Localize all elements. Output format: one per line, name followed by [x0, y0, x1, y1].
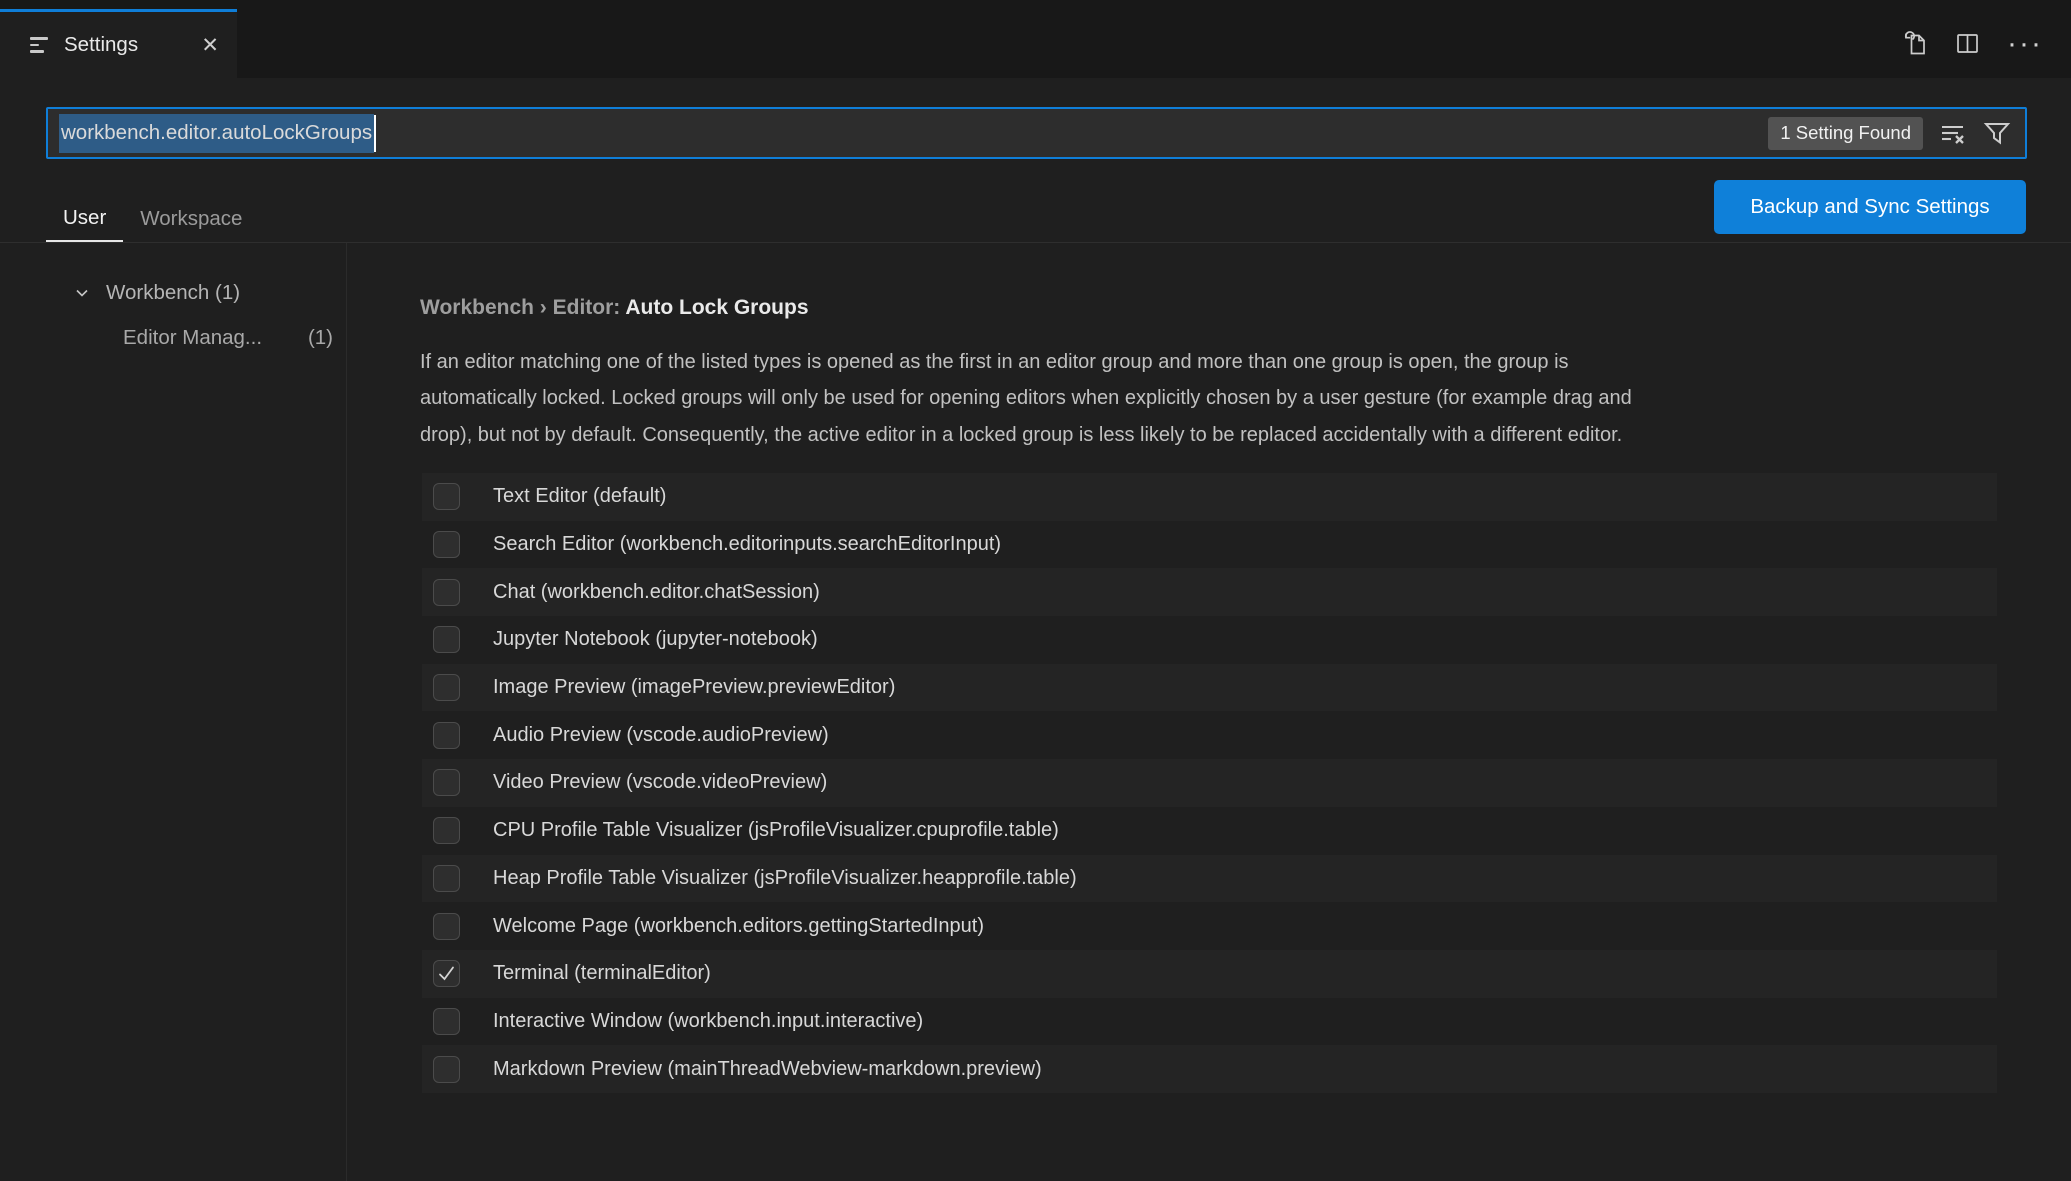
editor-type-label: Terminal (terminalEditor)	[493, 962, 711, 985]
close-tab-icon[interactable]: ✕	[201, 35, 219, 56]
editor-actions: ···	[1901, 9, 2043, 78]
editor-type-checkbox[interactable]	[433, 531, 460, 559]
tab-workspace[interactable]: Workspace	[123, 195, 259, 243]
toc-item-label: Editor Manag...	[123, 326, 263, 349]
setting-breadcrumb: Workbench › Editor:	[420, 296, 626, 319]
toc-item-workbench[interactable]: Workbench (1)	[0, 276, 346, 310]
open-settings-json-icon[interactable]	[1901, 30, 1928, 57]
editor-type-row[interactable]: Search Editor (workbench.editorinputs.se…	[422, 521, 1997, 569]
editor-type-row[interactable]: Text Editor (default)	[422, 473, 1997, 521]
editor-type-checkbox[interactable]	[433, 626, 460, 654]
editor-tab-bar: Settings ✕ ···	[0, 0, 2071, 78]
checkmark-icon	[439, 966, 454, 981]
settings-scope-tabs: User Workspace	[46, 195, 259, 243]
search-text[interactable]: workbench.editor.autoLockGroups	[59, 113, 1768, 153]
editor-type-checkbox[interactable]	[433, 1055, 460, 1083]
editor-type-checkbox[interactable]	[433, 674, 460, 702]
editor-type-label: Video Preview (vscode.videoPreview)	[493, 771, 828, 794]
editor-type-row[interactable]: Markdown Preview (mainThreadWebview-mark…	[422, 1045, 1997, 1093]
toc-item-count: (1)	[307, 326, 333, 349]
editor-type-label: Jupyter Notebook (jupyter-notebook)	[493, 628, 818, 651]
settings-search-input[interactable]: workbench.editor.autoLockGroups 1 Settin…	[46, 107, 2027, 159]
editor-type-label: Heap Profile Table Visualizer (jsProfile…	[493, 866, 1077, 889]
editor-type-row[interactable]: Image Preview (imagePreview.previewEdito…	[422, 663, 1997, 712]
editor-type-checkbox[interactable]	[433, 864, 460, 892]
tab-title: Settings	[64, 33, 139, 56]
setting-title: Workbench › Editor: Auto Lock Groups	[420, 296, 809, 320]
tab-settings[interactable]: Settings ✕	[0, 9, 237, 78]
toc-item-editor-management[interactable]: Editor Manag... (1)	[0, 321, 346, 355]
editor-type-row[interactable]: Terminal (terminalEditor)	[422, 949, 1997, 998]
setting-description: If an editor matching one of the listed …	[420, 351, 1632, 446]
split-editor-icon[interactable]	[1954, 30, 1981, 57]
editor-type-row[interactable]: Jupyter Notebook (jupyter-notebook)	[422, 616, 1997, 664]
editor-type-label: Image Preview (imagePreview.previewEdito…	[493, 676, 896, 699]
editor-type-row[interactable]: Video Preview (vscode.videoPreview)	[422, 759, 1997, 807]
setting-name: Auto Lock Groups	[625, 296, 809, 319]
editor-type-label: Chat (workbench.editor.chatSession)	[493, 580, 820, 603]
editor-type-checkbox[interactable]	[433, 721, 460, 749]
settings-editor-icon	[30, 37, 50, 53]
editor-type-label: Audio Preview (vscode.audioPreview)	[493, 723, 829, 746]
editor-type-label: Interactive Window (workbench.input.inte…	[493, 1009, 924, 1032]
toc-item-count: (1)	[215, 281, 241, 304]
editor-types-list: Text Editor (default) Search Editor (wor…	[422, 473, 1997, 1093]
tab-user[interactable]: User	[46, 195, 124, 243]
search-controls: 1 Setting Found	[1768, 116, 2012, 150]
editor-type-checkbox[interactable]	[433, 769, 460, 797]
editor-type-label: Search Editor (workbench.editorinputs.se…	[493, 533, 1002, 556]
editor-type-checkbox[interactable]	[433, 912, 460, 940]
editor-type-checkbox[interactable]	[433, 960, 460, 988]
editor-type-label: Text Editor (default)	[493, 485, 667, 508]
settings-found-badge: 1 Setting Found	[1768, 116, 1923, 150]
editor-type-row[interactable]: CPU Profile Table Visualizer (jsProfileV…	[422, 807, 1997, 855]
toc-item-label: Workbench	[106, 281, 210, 304]
editor-type-checkbox[interactable]	[433, 578, 460, 606]
editor-type-row[interactable]: Audio Preview (vscode.audioPreview)	[422, 711, 1997, 759]
editor-type-checkbox[interactable]	[433, 483, 460, 511]
text-caret	[374, 114, 377, 152]
editor-type-checkbox[interactable]	[433, 1007, 460, 1035]
editor-type-row[interactable]: Heap Profile Table Visualizer (jsProfile…	[422, 854, 1997, 903]
editor-type-label: Welcome Page (workbench.editors.gettingS…	[493, 914, 985, 937]
editor-type-row[interactable]: Welcome Page (workbench.editors.gettingS…	[422, 902, 1997, 950]
editor-type-checkbox[interactable]	[433, 817, 460, 845]
backup-sync-settings-button[interactable]: Backup and Sync Settings	[1714, 180, 2026, 234]
filter-icon[interactable]	[1982, 118, 2012, 148]
editor-type-row[interactable]: Interactive Window (workbench.input.inte…	[422, 998, 1997, 1046]
editor-type-row[interactable]: Chat (workbench.editor.chatSession)	[422, 568, 1997, 617]
editor-type-label: Markdown Preview (mainThreadWebview-mark…	[493, 1057, 1042, 1080]
editor-type-label: CPU Profile Table Visualizer (jsProfileV…	[493, 819, 1059, 842]
chevron-down-icon[interactable]	[72, 283, 92, 303]
more-actions-icon[interactable]: ···	[2007, 29, 2043, 59]
clear-search-icon[interactable]	[1938, 119, 1967, 148]
settings-toc-sidebar: Workbench (1) Editor Manag... (1)	[0, 243, 347, 1181]
search-selected-text: workbench.editor.autoLockGroups	[59, 113, 375, 153]
